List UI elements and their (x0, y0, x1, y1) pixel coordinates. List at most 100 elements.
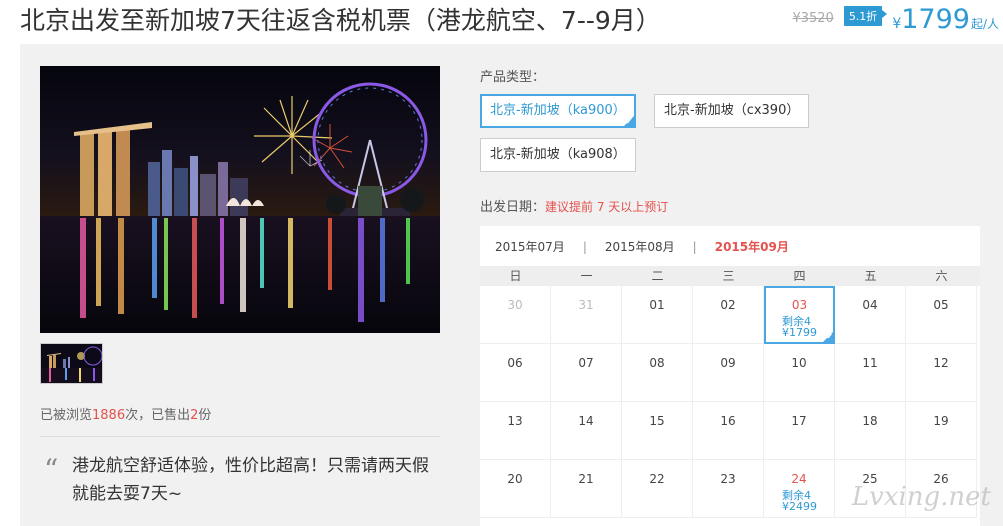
day-number: 06 (507, 356, 523, 370)
view-sold-stats: 已被浏览1886次，已售出2份 (40, 404, 211, 423)
route-option-ka908[interactable]: 北京-新加坡（ka908） (480, 138, 636, 172)
main-product-image (40, 66, 440, 333)
day-number: 02 (720, 298, 736, 312)
calendar-day-cell[interactable]: 19 (906, 402, 977, 460)
calendar-day-cell[interactable]: 06 (480, 344, 551, 402)
weekday-header: 日 一 二 三 四 五 六 (480, 266, 980, 286)
day-number: 10 (791, 356, 807, 370)
price-unit: 起/人 (970, 17, 999, 31)
route-option-cx390[interactable]: 北京-新加坡（cx390） (654, 94, 810, 128)
day-number: 17 (791, 414, 807, 428)
month-separator: | (582, 239, 587, 254)
day-number: 05 (933, 298, 949, 312)
departure-label-text: 出发日期： (480, 200, 546, 215)
route-option-ka900[interactable]: 北京-新加坡（ka900） ✔ (480, 94, 636, 128)
weekday-sat: 六 (935, 269, 948, 283)
calendar-day-cell[interactable]: 18 (835, 402, 906, 460)
weekday-wed: 三 (722, 269, 735, 283)
day-number: 11 (862, 356, 878, 370)
day-number: 14 (578, 414, 594, 428)
route-option-label: 北京-新加坡（ka900） (490, 103, 626, 118)
month-tabs: 2015年07月 | 2015年08月 | 2015年09月 (495, 238, 789, 255)
thumbnail-skyline-illustration (41, 344, 102, 383)
month-separator: | (692, 239, 697, 254)
day-number: 12 (933, 356, 949, 370)
sale-price: 1799 (901, 4, 970, 35)
day-number: 03 (791, 298, 808, 312)
day-number: 16 (720, 414, 736, 428)
day-number: 08 (649, 356, 665, 370)
product-type-label: 产品类型： (480, 70, 546, 85)
site-watermark: Lvxing.net (851, 482, 991, 512)
discount-badge: 5.1折 (843, 6, 887, 26)
tab-month-2015-07[interactable]: 2015年07月 (495, 238, 565, 255)
calendar-day-cell[interactable]: 05 (906, 286, 977, 344)
sold-prefix: 次，已售出 (125, 408, 191, 423)
price-box: ¥3520 5.1折 ¥ 1799 起/人 (792, 4, 999, 38)
day-number: 09 (720, 356, 736, 370)
tab-month-2015-09[interactable]: 2015年09月 (715, 238, 789, 255)
departure-date-label: 出发日期：建议提前 7 天以上预订 (480, 196, 668, 215)
product-panel: 已被浏览1886次，已售出2份 “ 港龙航空舒适体验，性价比超高！只需请两天假就… (20, 44, 1003, 526)
weekday-thu: 四 (793, 269, 806, 283)
calendar-day-cell[interactable]: 30 (480, 286, 551, 344)
day-price: ¥2499 (782, 500, 817, 513)
weekday-fri: 五 (864, 269, 877, 283)
day-number: 07 (578, 356, 594, 370)
day-number: 30 (507, 298, 523, 312)
route-option-label: 北京-新加坡（ka908） (490, 147, 626, 162)
calendar-day-cell-selected[interactable]: 03 剩余4 ¥1799 ✔ (764, 286, 835, 344)
day-number: 22 (649, 472, 665, 486)
calendar-day-cell[interactable]: 14 (551, 402, 622, 460)
calendar-day-cell[interactable]: 11 (835, 344, 906, 402)
calendar-day-cell[interactable]: 08 (622, 344, 693, 402)
calendar-day-cell[interactable]: 12 (906, 344, 977, 402)
view-count: 1886 (92, 408, 126, 423)
calendar-day-cell[interactable]: 09 (693, 344, 764, 402)
tab-month-2015-08[interactable]: 2015年08月 (605, 238, 675, 255)
day-number: 01 (649, 298, 665, 312)
calendar-day-cell[interactable]: 23 (693, 460, 764, 518)
sold-suffix: 份 (198, 408, 212, 423)
product-highlight-text: 港龙航空舒适体验，性价比超高！只需请两天假就能去耍7天~ (72, 456, 429, 504)
calendar-day-cell[interactable]: 04 (835, 286, 906, 344)
day-number: 31 (578, 298, 594, 312)
calendar-day-cell[interactable]: 21 (551, 460, 622, 518)
calendar-day-cell[interactable]: 22 (622, 460, 693, 518)
day-number: 15 (649, 414, 665, 428)
calendar-day-cell[interactable]: 17 (764, 402, 835, 460)
calendar-week: 06 07 08 09 10 11 12 (480, 344, 980, 402)
calendar-day-cell[interactable]: 16 (693, 402, 764, 460)
calendar-day-cell[interactable]: 20 (480, 460, 551, 518)
calendar-day-cell[interactable]: 01 (622, 286, 693, 344)
thumbnail-image[interactable] (40, 343, 103, 384)
calendar-day-cell[interactable]: 31 (551, 286, 622, 344)
calendar-day-cell[interactable]: 07 (551, 344, 622, 402)
divider (40, 436, 440, 437)
calendar-day-cell[interactable]: 15 (622, 402, 693, 460)
calendar-day-cell[interactable]: 13 (480, 402, 551, 460)
day-number: 21 (578, 472, 594, 486)
singapore-skyline-illustration (40, 66, 440, 333)
weekday-tue: 二 (651, 269, 664, 283)
route-option-label: 北京-新加坡（cx390） (664, 103, 800, 118)
calendar-day-cell[interactable]: 10 (764, 344, 835, 402)
calendar-week: 30 31 01 02 03 剩余4 ¥1799 ✔ 04 05 (480, 286, 980, 344)
weekday-sun: 日 (509, 269, 522, 283)
day-number: 13 (507, 414, 523, 428)
day-number: 19 (933, 414, 949, 428)
calendar-day-cell[interactable]: 02 (693, 286, 764, 344)
original-price: ¥3520 (792, 11, 834, 26)
day-price: ¥1799 (782, 326, 817, 339)
day-number: 18 (862, 414, 878, 428)
weekday-mon: 一 (580, 269, 593, 283)
day-number: 23 (720, 472, 736, 486)
views-prefix: 已被浏览 (40, 408, 93, 423)
check-icon: ✔ (625, 117, 633, 127)
calendar-day-cell-available[interactable]: 24 剩余4 ¥2499 (764, 460, 835, 518)
day-number: 04 (862, 298, 878, 312)
check-icon: ✔ (826, 332, 833, 341)
departure-calendar: 2015年07月 | 2015年08月 | 2015年09月 日 一 二 三 四… (480, 226, 980, 526)
calendar-week: 13 14 15 16 17 18 19 (480, 402, 980, 460)
quote-mark-icon: “ (44, 453, 59, 486)
